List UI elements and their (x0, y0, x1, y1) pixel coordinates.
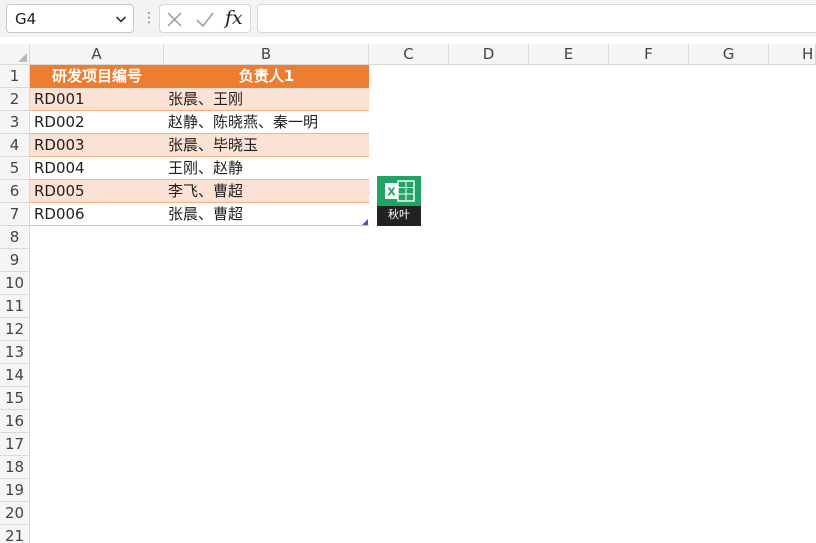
select-all-triangle-icon (18, 53, 27, 62)
column-header-e[interactable]: E (529, 44, 609, 65)
column-header-c[interactable]: C (369, 44, 449, 65)
column-header-d[interactable]: D (449, 44, 529, 65)
more-options-icon[interactable]: ⋮ (142, 10, 156, 26)
row-header-20[interactable]: 20 (0, 502, 30, 525)
cell-b2[interactable]: 张晨、王刚 (164, 88, 369, 111)
cell-b7[interactable]: 张晨、曹超 (164, 203, 369, 226)
name-box[interactable]: G4 (6, 4, 134, 33)
row-header-21[interactable]: 21 (0, 525, 30, 543)
cell-b6[interactable]: 李飞、曹超 (164, 180, 369, 203)
cell-b3[interactable]: 赵静、陈晓燕、秦一明 (164, 111, 369, 134)
column-header-g[interactable]: G (689, 44, 769, 65)
formula-controls: fx (159, 4, 251, 33)
spreadsheet-icon: X (385, 180, 415, 202)
row-header-17[interactable]: 17 (0, 433, 30, 456)
row-header-4[interactable]: 4 (0, 134, 30, 157)
cell-b5[interactable]: 王刚、赵静 (164, 157, 369, 180)
table-resize-handle-icon[interactable] (362, 219, 368, 225)
row-header-7[interactable]: 7 (0, 203, 30, 226)
row-header-13[interactable]: 13 (0, 341, 30, 364)
select-all-button[interactable] (0, 44, 30, 65)
name-box-value: G4 (15, 10, 37, 28)
excel-logo-icon: X (377, 176, 421, 206)
table-header-owner[interactable]: 负责人1 (164, 65, 369, 88)
row-header-16[interactable]: 16 (0, 410, 30, 433)
cell-a6[interactable]: RD005 (30, 180, 164, 203)
row-header-10[interactable]: 10 (0, 272, 30, 295)
column-header-a[interactable]: A (30, 44, 164, 65)
row-header-14[interactable]: 14 (0, 364, 30, 387)
cell-a4[interactable]: RD003 (30, 134, 164, 157)
row-header-9[interactable]: 9 (0, 249, 30, 272)
cancel-icon[interactable] (166, 11, 183, 28)
column-header-b[interactable]: B (164, 44, 369, 65)
row-header-6[interactable]: 6 (0, 180, 30, 203)
cell-a2[interactable]: RD001 (30, 88, 164, 111)
excel-glyph: X (387, 186, 396, 199)
row-header-3[interactable]: 3 (0, 111, 30, 134)
row-header-11[interactable]: 11 (0, 295, 30, 318)
chevron-down-icon[interactable] (115, 13, 127, 25)
column-header-h[interactable]: H (769, 44, 816, 65)
cell-a7[interactable]: RD006 (30, 203, 164, 226)
formula-input[interactable] (257, 4, 816, 33)
cell-b4[interactable]: 张晨、毕晓玉 (164, 134, 369, 157)
row-header-18[interactable]: 18 (0, 456, 30, 479)
row-header-2[interactable]: 2 (0, 88, 30, 111)
table-header-project-id[interactable]: 研发项目编号 (30, 65, 164, 88)
row-header-12[interactable]: 12 (0, 318, 30, 341)
row-header-19[interactable]: 19 (0, 479, 30, 502)
row-header-1[interactable]: 1 (0, 65, 30, 88)
cell-a3[interactable]: RD002 (30, 111, 164, 134)
row-header-15[interactable]: 15 (0, 387, 30, 410)
column-header-f[interactable]: F (609, 44, 689, 65)
row-header-5[interactable]: 5 (0, 157, 30, 180)
cell-a5[interactable]: RD004 (30, 157, 164, 180)
qiuye-logo: X 秋叶 (377, 176, 421, 226)
formula-bar: G4 ⋮ fx (0, 0, 816, 37)
insert-function-icon[interactable]: fx (225, 7, 243, 29)
logo-caption: 秋叶 (388, 208, 410, 221)
check-icon[interactable] (195, 11, 215, 28)
row-header-8[interactable]: 8 (0, 226, 30, 249)
